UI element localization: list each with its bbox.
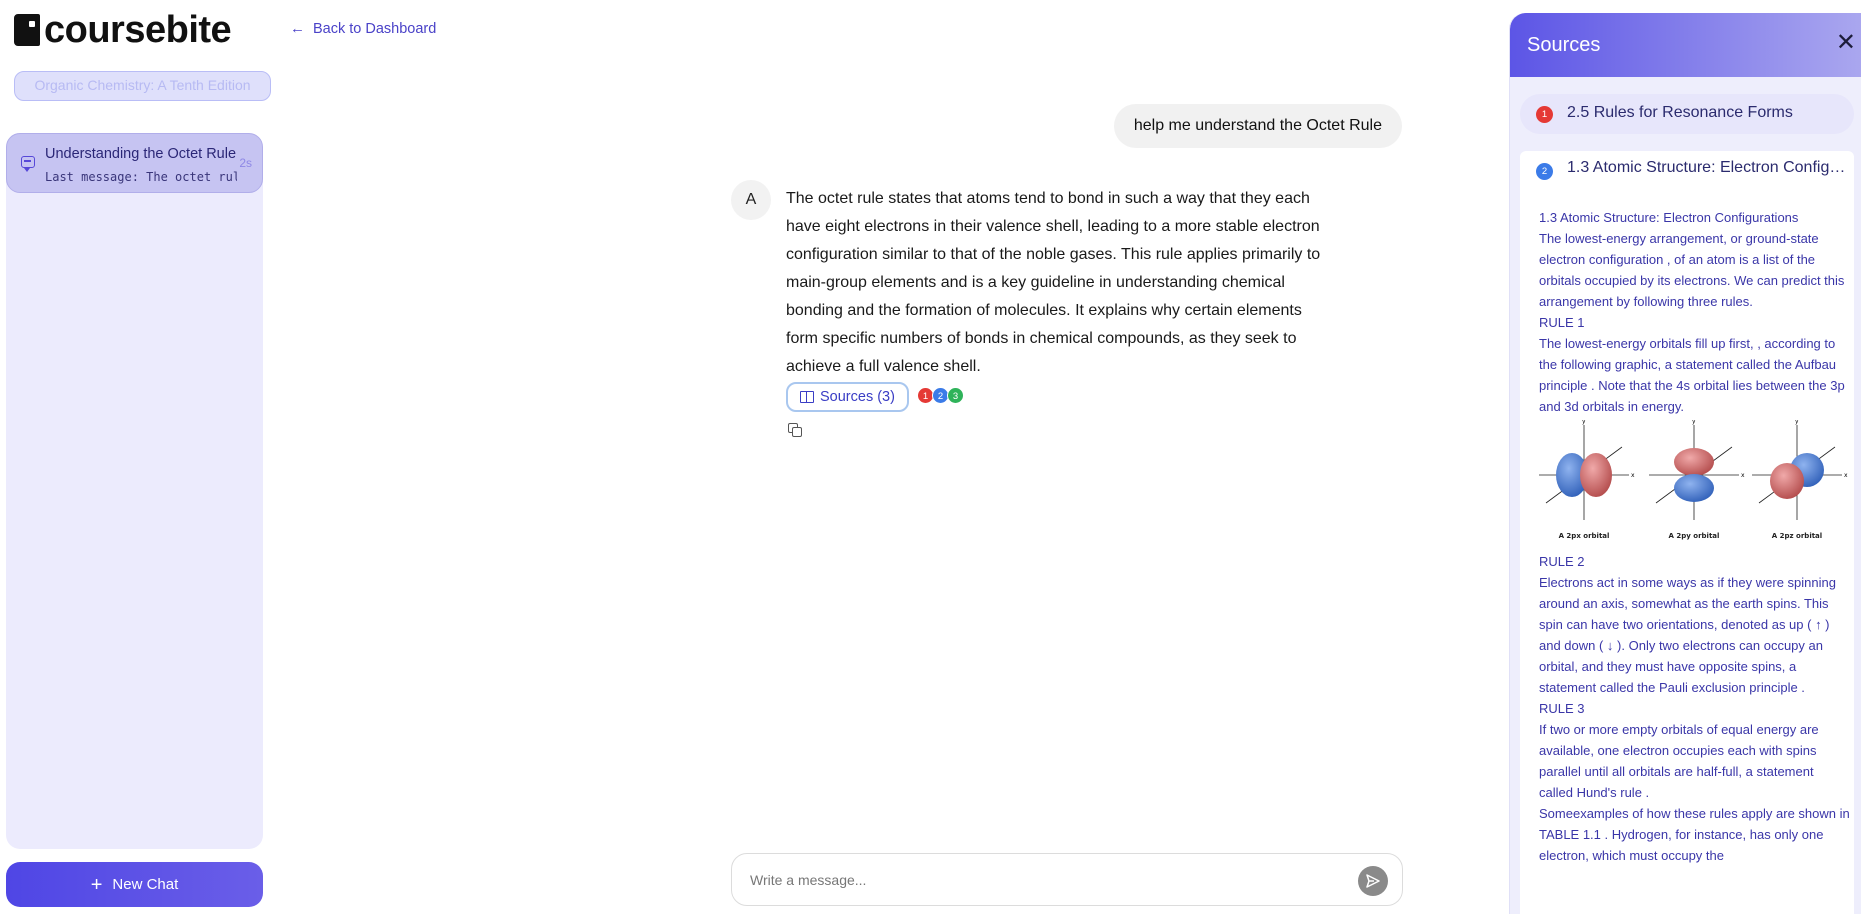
orbital-caption: A 2px orbital	[1559, 532, 1610, 540]
chat-bubble-icon	[21, 156, 35, 172]
copy-icon[interactable]	[788, 423, 803, 438]
excerpt-paragraph: The lowest-energy arrangement, or ground…	[1539, 231, 1845, 309]
chat-last-message: Last message: The octet rule states that…	[45, 170, 237, 184]
orbital-pz: x y	[1752, 418, 1848, 520]
book-open-icon	[800, 391, 814, 403]
orbital-py: x y	[1649, 418, 1745, 520]
excerpt-heading: 1.3 Atomic Structure: Electron Configura…	[1539, 210, 1799, 225]
sources-panel: Sources ✕ 1 2.5 Rules for Resonance Form…	[1509, 13, 1861, 914]
excerpt-paragraph: If two or more empty orbitals of equal e…	[1539, 722, 1819, 800]
sidebar: coursebite Organic Chemistry: A Tenth Ed…	[0, 0, 271, 914]
send-button[interactable]	[1358, 866, 1388, 896]
excerpt-paragraph: The lowest-energy orbitals fill up first…	[1539, 336, 1845, 414]
orbital-diagram-image: x y x y x y A 2px orbital A 2py orbital …	[1539, 418, 1848, 540]
excerpt-paragraph: Someexamples of how these rules apply ar…	[1539, 806, 1850, 863]
course-selector[interactable]: Organic Chemistry: A Tenth Edition	[14, 71, 271, 101]
source-title: 2.5 Rules for Resonance Forms	[1567, 104, 1793, 121]
orbital-caption: A 2py orbital	[1669, 532, 1720, 540]
source-dots[interactable]: 1 2 3	[917, 387, 964, 404]
new-chat-label: New Chat	[112, 876, 179, 893]
app-root: coursebite Organic Chemistry: A Tenth Ed…	[0, 0, 1861, 914]
excerpt-rule-heading: RULE 1	[1539, 315, 1585, 330]
new-chat-button[interactable]: + New Chat	[6, 862, 263, 907]
assistant-message: The octet rule states that atoms tend to…	[786, 190, 1321, 375]
send-icon	[1366, 874, 1380, 888]
assistant-avatar: A	[731, 180, 771, 220]
source-dot-3[interactable]: 3	[947, 387, 964, 404]
sources-button-label: Sources (3)	[820, 389, 895, 405]
back-label: Back to Dashboard	[313, 20, 437, 37]
svg-text:y: y	[1795, 420, 1799, 425]
chat-title: Understanding the Octet Rule	[45, 146, 237, 162]
svg-text:x: x	[1631, 472, 1635, 479]
sources-panel-header: Sources ✕	[1510, 13, 1861, 77]
source-item-2-expanded[interactable]: 2 1.3 Atomic Structure: Electron Configu…	[1520, 151, 1854, 914]
excerpt-rule-heading: RULE 2	[1539, 554, 1585, 569]
svg-text:y: y	[1582, 420, 1586, 425]
sources-panel-title: Sources	[1527, 34, 1601, 56]
message-composer	[731, 853, 1403, 906]
excerpt-paragraph: Electrons act in some ways as if they we…	[1539, 575, 1836, 695]
back-to-dashboard-link[interactable]: ← Back to Dashboard	[290, 20, 436, 37]
orbital-caption: A 2pz orbital	[1772, 532, 1822, 540]
sources-button[interactable]: Sources (3)	[786, 382, 909, 412]
arrow-left-icon: ←	[290, 20, 305, 37]
user-message: help me understand the Octet Rule	[1113, 104, 1402, 148]
source-number-badge: 1	[1536, 106, 1553, 123]
orbital-px: x y	[1539, 418, 1635, 520]
source-item-1[interactable]: 1 2.5 Rules for Resonance Forms	[1520, 94, 1854, 134]
close-icon[interactable]: ✕	[1836, 31, 1856, 55]
message-input[interactable]	[750, 868, 1310, 892]
chat-time: 2s	[239, 156, 252, 170]
logo[interactable]: coursebite	[14, 9, 232, 51]
excerpt-rule-heading: RULE 3	[1539, 701, 1585, 716]
source-excerpt: 1.3 Atomic Structure: Electron Configura…	[1539, 207, 1851, 866]
chat-history-item[interactable]: Understanding the Octet Rule Last messag…	[6, 133, 263, 193]
svg-text:x: x	[1844, 472, 1848, 479]
plus-icon: +	[90, 873, 103, 896]
svg-text:x: x	[1741, 472, 1745, 479]
logo-text: coursebite	[44, 9, 232, 51]
logo-icon	[14, 14, 40, 46]
source-title: 1.3 Atomic Structure: Electron Configura…	[1567, 159, 1852, 176]
source-number-badge: 2	[1536, 163, 1553, 180]
chat-history-list: Understanding the Octet Rule Last messag…	[6, 133, 263, 849]
svg-text:y: y	[1692, 420, 1696, 425]
